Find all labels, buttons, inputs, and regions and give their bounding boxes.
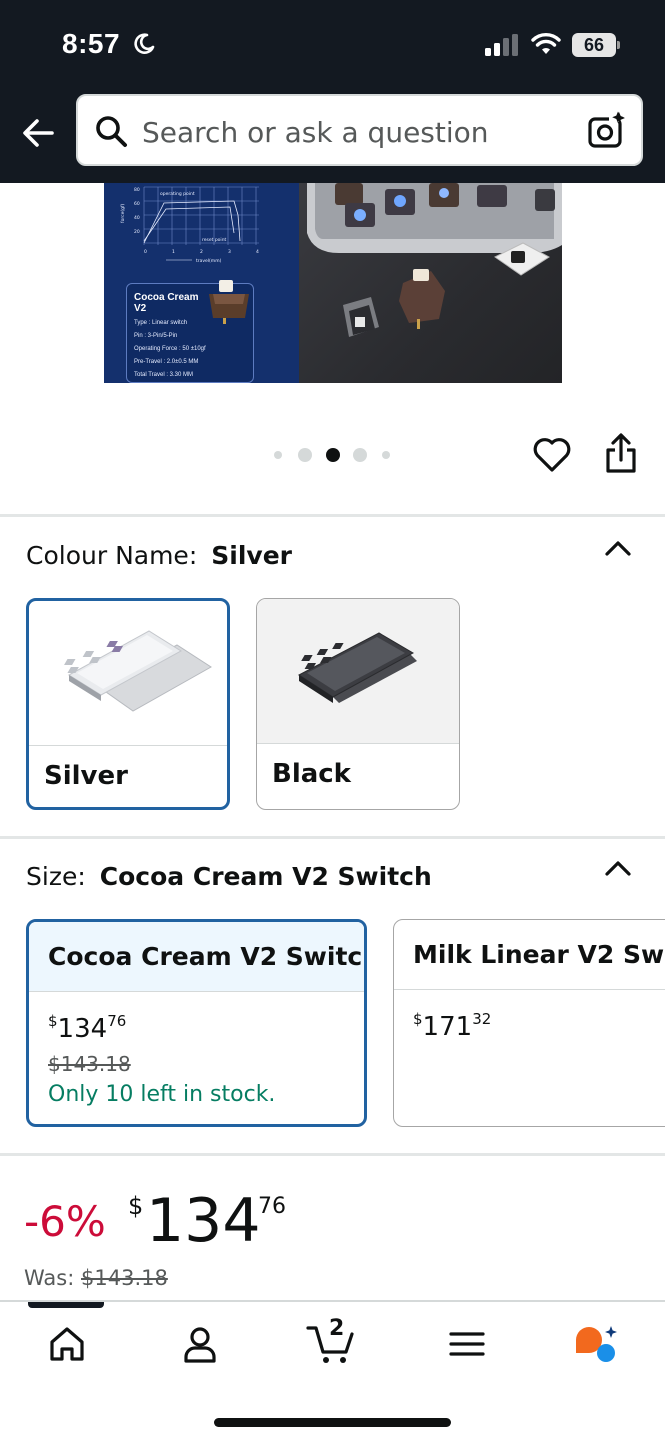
discount-percentage: -6% [24, 1197, 106, 1246]
keyboard-switches-illustration [307, 183, 562, 337]
graph-x-label: travel(mm) [196, 258, 222, 264]
app-header: 8:57 66 Search or ask a question [0, 0, 665, 183]
spec-line: Type : Linear switch [134, 320, 188, 326]
graph-y-tick: 20 [134, 229, 140, 235]
product-image[interactable]: operating point reset point 80 60 40 20 … [104, 183, 562, 383]
black-keyboard-image [257, 599, 459, 744]
was-value: $143.18 [81, 1266, 168, 1290]
account-icon[interactable] [180, 1324, 220, 1364]
size-option-price: $17132 [413, 1010, 492, 1042]
price-fraction: 76 [107, 1012, 127, 1030]
spec-card: Cocoa Cream V2 Type : Linear switch Pin … [126, 280, 254, 383]
graph-y-tick: 40 [134, 215, 140, 221]
silver-keyboard-image [29, 601, 227, 746]
cart-button[interactable]: 2 [306, 1316, 358, 1364]
size-option-was-price: $143.18 [48, 1052, 131, 1076]
section-divider [0, 1153, 665, 1156]
size-label: Size: [26, 862, 86, 891]
price-currency: $ [48, 1012, 58, 1030]
graph-label-reset: reset point [202, 237, 227, 243]
graph-x-tick: 2 [200, 249, 203, 255]
price-currency: $ [413, 1010, 423, 1028]
search-icon [96, 116, 127, 147]
graph-y-tick: 80 [134, 187, 140, 193]
battery-level: 66 [572, 33, 616, 57]
swatch-label: Silver [44, 761, 128, 791]
spec-line: Pre-Travel : 2.0±0.5 MM [134, 359, 199, 365]
cart-count: 2 [329, 1316, 345, 1341]
chevron-up-icon[interactable] [604, 538, 632, 558]
spec-line: Operating Force : 50 ±10gf [134, 346, 206, 352]
was-label: Was: [24, 1266, 75, 1290]
home-icon[interactable] [47, 1324, 87, 1364]
carousel-dot[interactable] [353, 448, 367, 462]
size-heading: Size: Cocoa Cream V2 Switch [26, 862, 432, 891]
carousel-dot[interactable] [298, 448, 312, 462]
colour-name-heading: Colour Name: Silver [26, 541, 292, 570]
switch-spec-panel: operating point reset point 80 60 40 20 … [104, 183, 299, 383]
active-tab-indicator [28, 1302, 104, 1308]
rufus-assistant-icon[interactable] [574, 1324, 620, 1364]
size-option-price: $13476 [48, 1012, 127, 1044]
graph-x-tick: 3 [228, 249, 231, 255]
spec-line: Total Travel : 3.30 MM [134, 372, 194, 378]
wifi-icon [531, 33, 561, 54]
cellular-signal-icon [485, 34, 518, 56]
graph-x-tick: 1 [172, 249, 175, 255]
section-divider [0, 514, 665, 517]
colour-option-silver[interactable]: Silver [26, 598, 230, 810]
size-option-cocoa-cream[interactable]: Cocoa Cream V2 Switch $13476 $143.18 Onl… [26, 919, 367, 1127]
heart-icon[interactable] [532, 435, 572, 473]
carousel-dot-active[interactable] [326, 448, 340, 462]
carousel-dot[interactable] [382, 451, 390, 459]
size-option-header: Cocoa Cream V2 Switch [29, 922, 364, 992]
size-option-milk-linear[interactable]: Milk Linear V2 Switch $17132 [393, 919, 665, 1127]
stock-status: Only 10 left in stock. [48, 1082, 276, 1107]
status-time: 8:57 [62, 28, 121, 59]
spec-line: Pin : 3-Pin/5-Pin [134, 333, 178, 339]
graph-label-operating: operating point [160, 191, 195, 197]
battery-icon: 66 [572, 33, 620, 57]
force-travel-graph: operating point reset point 80 60 40 20 … [120, 186, 259, 264]
switch-illustration [209, 280, 249, 324]
home-indicator [214, 1418, 451, 1427]
price-whole: 134 [57, 1014, 108, 1044]
graph-x-tick: 4 [256, 249, 259, 255]
carousel-dot[interactable] [274, 451, 282, 459]
size-selected-value: Cocoa Cream V2 Switch [99, 862, 432, 891]
price-whole: 171 [422, 1012, 473, 1042]
size-option-header: Milk Linear V2 Switch [394, 920, 665, 990]
bottom-navigation: 2 [0, 1300, 665, 1440]
camera-search-icon[interactable] [587, 110, 627, 150]
main-price-whole: 134 [146, 1186, 261, 1256]
swatch-label: Black [272, 759, 351, 789]
price-fraction: 32 [472, 1010, 492, 1028]
graph-y-tick: 60 [134, 201, 140, 207]
search-bar[interactable]: Search or ask a question [76, 94, 643, 166]
moon-icon [134, 33, 155, 54]
section-divider [0, 836, 665, 839]
size-option-title: Cocoa Cream V2 Switch [48, 942, 367, 971]
colour-selected-value: Silver [211, 541, 292, 570]
menu-icon[interactable] [447, 1324, 487, 1364]
was-price: Was: $143.18 [24, 1266, 168, 1290]
graph-x-tick: 0 [144, 249, 147, 255]
colour-option-black[interactable]: Black [256, 598, 460, 810]
main-price-currency: $ [128, 1192, 144, 1220]
share-icon[interactable] [602, 432, 640, 474]
chevron-up-icon[interactable] [604, 858, 632, 878]
size-option-title: Milk Linear V2 Switch [413, 940, 665, 969]
back-arrow-icon[interactable] [16, 110, 62, 156]
graph-y-label: force(gf) [120, 203, 126, 223]
keyboard-photo [299, 183, 562, 383]
spec-title: Cocoa Cream V2 [134, 292, 199, 314]
main-price-fraction: 76 [258, 1194, 286, 1219]
search-input[interactable]: Search or ask a question [142, 116, 489, 149]
colour-name-label: Colour Name: [26, 541, 198, 570]
